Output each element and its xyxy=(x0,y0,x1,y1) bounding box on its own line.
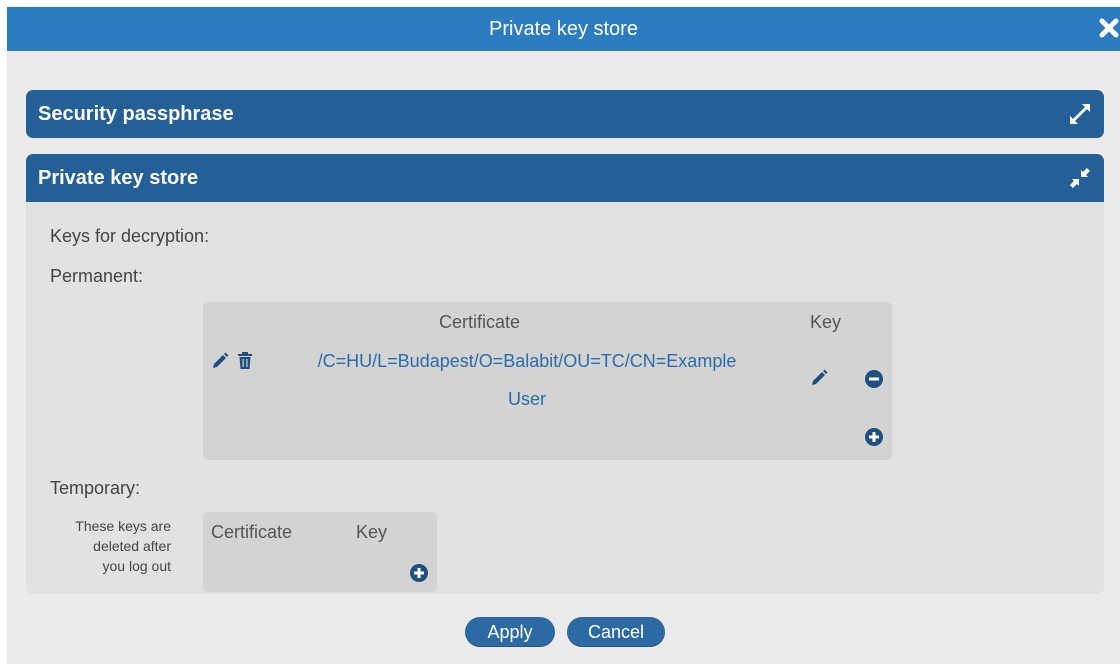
private-key-store-dialog: Private key store Security passphrase Pr… xyxy=(7,7,1120,664)
close-icon[interactable] xyxy=(1098,17,1120,39)
apply-button[interactable]: Apply xyxy=(465,617,555,647)
key-column-header: Key xyxy=(356,522,388,542)
collapse-icon[interactable] xyxy=(1068,166,1092,190)
security-passphrase-title: Security passphrase xyxy=(38,103,234,125)
cancel-button[interactable]: Cancel xyxy=(567,617,665,647)
keys-for-decryption-label: Keys for decryption: xyxy=(50,226,210,246)
private-key-store-panel-header[interactable]: Private key store xyxy=(26,154,1104,202)
certificate-dn-line1: /C=HU/L=Budapest/O=Balabit/OU=TC/CN=Exam… xyxy=(317,351,737,371)
certificate-link[interactable]: /C=HU/L=Budapest/O=Balabit/OU=TC/CN=Exam… xyxy=(277,342,777,418)
permanent-keys-table: Certificate Key /C=HU/L=Budapest/O=Balab… xyxy=(203,302,892,460)
remove-row-minus-icon[interactable] xyxy=(865,370,883,388)
delete-certificate-trash-icon[interactable] xyxy=(237,352,253,370)
add-permanent-key-plus-icon[interactable] xyxy=(865,428,883,446)
note-line: deleted after xyxy=(93,538,171,554)
dialog-title: Private key store xyxy=(489,18,638,40)
add-temporary-key-plus-icon[interactable] xyxy=(410,564,428,582)
edit-key-pencil-icon[interactable] xyxy=(810,369,828,387)
temporary-label: Temporary: xyxy=(50,478,141,498)
note-line: you log out xyxy=(102,558,172,574)
dialog-titlebar: Private key store xyxy=(7,7,1120,51)
certificate-column-header: Certificate xyxy=(439,312,521,332)
edit-certificate-pencil-icon[interactable] xyxy=(211,352,229,370)
expand-icon[interactable] xyxy=(1068,102,1092,126)
private-key-store-title: Private key store xyxy=(38,167,199,189)
certificate-column-header: Certificate xyxy=(211,522,293,542)
permanent-label: Permanent: xyxy=(50,266,144,286)
certificate-dn-line2: User xyxy=(507,389,546,409)
temporary-keys-note: These keys are deleted after you log out xyxy=(26,516,171,576)
temporary-keys-table: Certificate Key xyxy=(203,512,437,592)
security-passphrase-panel-header[interactable]: Security passphrase xyxy=(26,90,1104,138)
note-line: These keys are xyxy=(75,518,171,534)
private-key-store-panel-body: Keys for decryption: Permanent: Certific… xyxy=(26,202,1104,594)
key-column-header: Key xyxy=(810,312,842,332)
